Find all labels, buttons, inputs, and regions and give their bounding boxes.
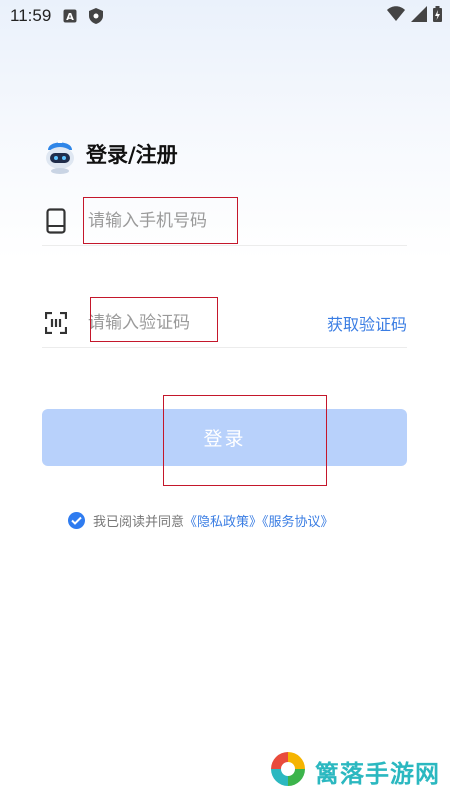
annotation-box-code bbox=[90, 297, 218, 342]
status-bar: 11:59 A bbox=[0, 0, 450, 32]
privacy-policy-link[interactable]: 《隐私政策》 bbox=[184, 515, 262, 530]
watermark-logo-icon bbox=[269, 750, 307, 792]
status-time: 11:59 bbox=[10, 6, 52, 25]
svg-text:A: A bbox=[66, 12, 74, 23]
service-agreement-link[interactable]: 《服务协议》 bbox=[262, 515, 334, 530]
notification-a-icon: A bbox=[63, 9, 77, 23]
scan-code-icon bbox=[42, 311, 70, 334]
shield-icon bbox=[89, 8, 104, 24]
watermark-text: 篱落手游网 bbox=[315, 759, 440, 788]
robot-logo-icon bbox=[42, 134, 78, 174]
watermark: 篱落手游网 bbox=[269, 750, 440, 792]
agreement-checkbox[interactable] bbox=[68, 512, 85, 529]
annotation-box-login bbox=[163, 395, 327, 486]
agreement-text: 我已阅读并同意《隐私政策》《服务协议》 bbox=[93, 511, 334, 530]
agreement-row: 我已阅读并同意《隐私政策》《服务协议》 bbox=[68, 511, 334, 530]
status-right-icons bbox=[387, 6, 442, 26]
get-code-button[interactable]: 获取验证码 bbox=[327, 311, 407, 335]
login-header: 登录/注册 bbox=[42, 134, 178, 174]
annotation-box-phone bbox=[83, 197, 238, 244]
phone-icon bbox=[42, 207, 70, 234]
wifi-icon bbox=[387, 6, 405, 26]
page-title: 登录/注册 bbox=[86, 143, 178, 167]
battery-icon bbox=[433, 6, 442, 26]
signal-icon bbox=[411, 6, 427, 26]
agreement-prefix: 我已阅读并同意 bbox=[93, 515, 185, 530]
